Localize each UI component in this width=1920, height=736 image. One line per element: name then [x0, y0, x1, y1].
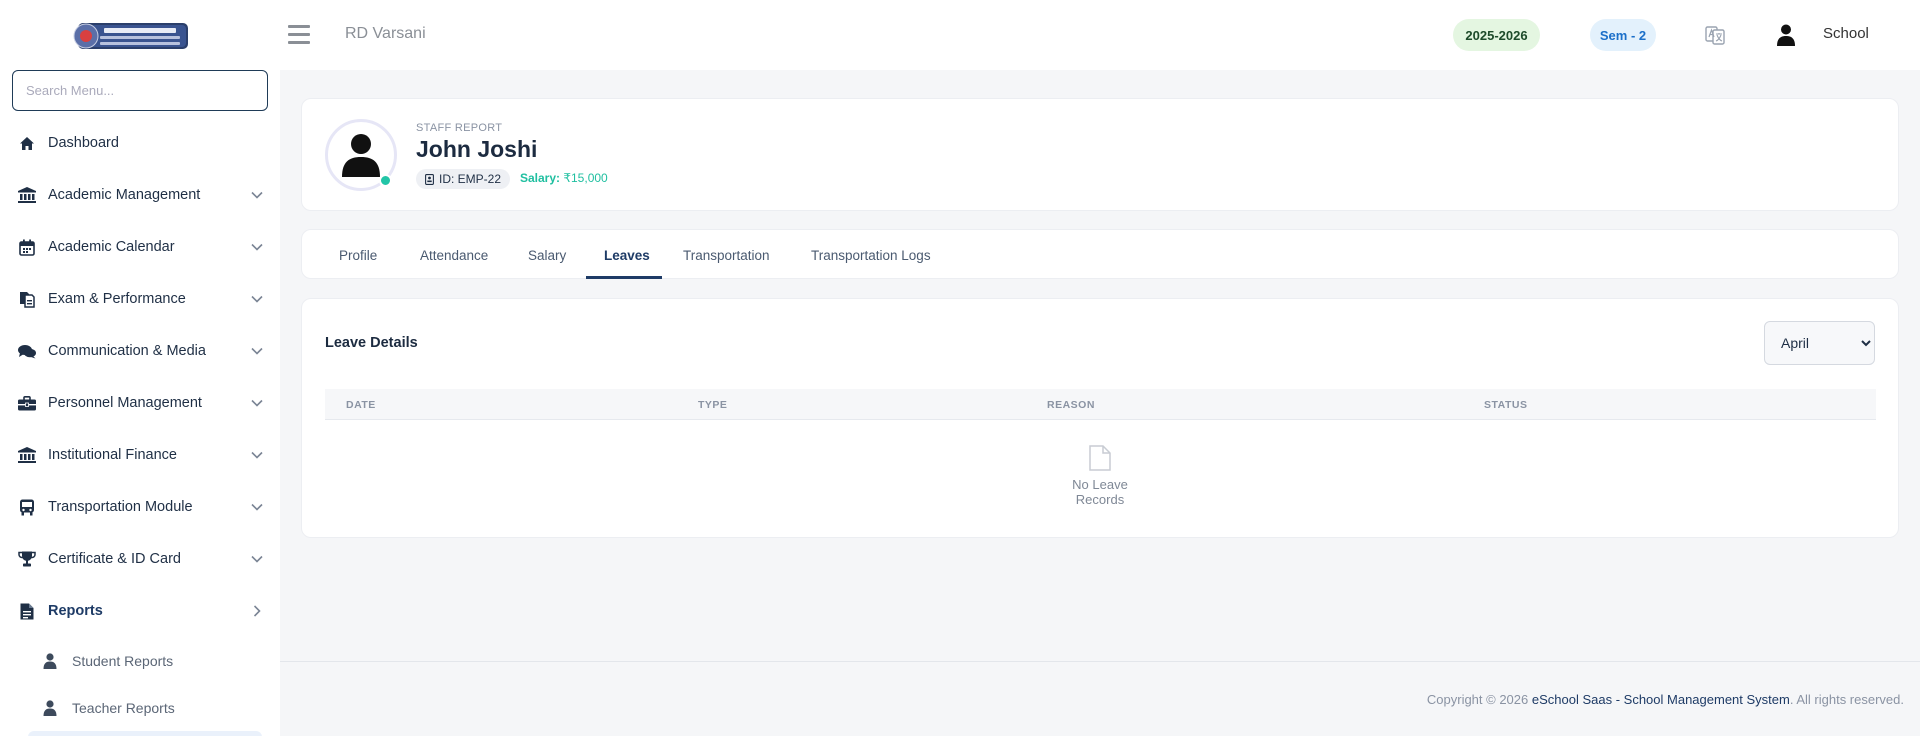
- sidebar-item-academic-calendar[interactable]: Academic Calendar: [0, 221, 280, 273]
- bus-icon: [18, 498, 36, 516]
- trophy-icon: [18, 550, 36, 568]
- semester-badge[interactable]: Sem - 2: [1590, 19, 1656, 51]
- footer-brand-link[interactable]: eSchool Saas - School Management System: [1532, 692, 1790, 707]
- staff-id: ID: EMP-22: [439, 172, 502, 186]
- staff-profile-card: STAFF REPORT John Joshi ID: EMP-22 Salar…: [301, 98, 1899, 211]
- sidebar-item-label: Communication & Media: [48, 343, 206, 359]
- sidebar-subitem-student-reports[interactable]: Student Reports: [0, 637, 280, 684]
- user-avatar-icon[interactable]: [1776, 24, 1796, 46]
- sidebar-item-label: Personnel Management: [48, 395, 202, 411]
- briefcase-icon: [18, 394, 36, 412]
- institution-icon: [18, 186, 36, 204]
- translate-icon[interactable]: [1705, 25, 1725, 45]
- chevron-down-icon: [251, 555, 263, 563]
- user-icon: [42, 699, 58, 716]
- person-icon: [342, 134, 380, 177]
- session-badge[interactable]: 2025-2026: [1453, 19, 1540, 51]
- sidebar-item-dashboard[interactable]: Dashboard: [0, 117, 280, 169]
- topbar: RD Varsani 2025-2026 Sem - 2 School: [280, 0, 1920, 70]
- column-header-type: TYPE: [698, 399, 728, 411]
- sidebar-item-personnel-management[interactable]: Personnel Management: [0, 377, 280, 429]
- calendar-icon: [18, 238, 36, 256]
- chevron-down-icon: [251, 295, 263, 303]
- copy-icon: [18, 290, 36, 308]
- sidebar-nav: Dashboard Academic Management Academic C…: [0, 117, 280, 736]
- tab-attendance[interactable]: Attendance: [420, 230, 488, 280]
- sidebar-item-label: Academic Management: [48, 187, 201, 203]
- sidebar-item-label: Transportation Module: [48, 499, 193, 515]
- user-name[interactable]: School: [1823, 25, 1869, 42]
- sidebar-subitem-label: Teacher Reports: [72, 699, 175, 716]
- sidebar-item-reports[interactable]: Reports: [0, 585, 280, 637]
- chevron-down-icon: [251, 347, 263, 355]
- sidebar-subitem-teacher-reports[interactable]: Teacher Reports: [0, 684, 280, 731]
- sidebar-item-communication-media[interactable]: Communication & Media: [0, 325, 280, 377]
- month-select[interactable]: April: [1764, 321, 1875, 365]
- footer-prefix: Copyright © 2026: [1426, 692, 1532, 707]
- column-header-reason: REASON: [1047, 399, 1095, 411]
- chevron-down-icon: [251, 399, 263, 407]
- section-label: STAFF REPORT: [416, 122, 503, 134]
- leave-details-card: Leave Details April DATE TYPE REASON STA…: [301, 298, 1899, 538]
- staff-id-badge: ID: EMP-22: [416, 169, 511, 189]
- sidebar: Dashboard Academic Management Academic C…: [0, 0, 280, 736]
- sidebar-item-label: Certificate & ID Card: [48, 551, 181, 567]
- sidebar-item-label: Institutional Finance: [48, 447, 177, 463]
- sidebar-item-certificate-id-card[interactable]: Certificate & ID Card: [0, 533, 280, 585]
- tab-leaves[interactable]: Leaves: [604, 230, 650, 280]
- user-icon: [42, 652, 58, 669]
- column-header-status: STATUS: [1484, 399, 1528, 411]
- empty-file-icon: [1089, 445, 1111, 471]
- column-header-date: DATE: [346, 399, 376, 411]
- sidebar-item-label: Reports: [48, 603, 103, 619]
- chevron-down-icon: [251, 243, 263, 251]
- sidebar-item-label: Exam & Performance: [48, 291, 186, 307]
- staff-report-tabs: Profile Attendance Salary Leaves Transpo…: [301, 229, 1899, 279]
- sidebar-item-transportation-module[interactable]: Transportation Module: [0, 481, 280, 533]
- salary-value: ₹15,000: [563, 171, 608, 185]
- footer-suffix: . All rights reserved.: [1789, 692, 1904, 707]
- sidebar-subitem-active-highlight[interactable]: [28, 731, 262, 736]
- sidebar-subitem-label: Student Reports: [72, 652, 174, 669]
- file-icon: [18, 602, 36, 620]
- staff-name: John Joshi: [416, 136, 538, 162]
- sidebar-item-label: Academic Calendar: [48, 239, 175, 255]
- tab-transportation[interactable]: Transportation: [683, 230, 770, 280]
- chevron-down-icon: [251, 503, 263, 511]
- footer-divider: [280, 661, 1920, 662]
- staff-salary: Salary: ₹15,000: [520, 171, 608, 185]
- sidebar-item-institutional-finance[interactable]: Institutional Finance: [0, 429, 280, 481]
- salary-label: Salary:: [520, 171, 561, 185]
- leave-details-title: Leave Details: [325, 335, 418, 351]
- leave-table-header: DATE TYPE REASON STATUS: [325, 389, 1876, 420]
- empty-state-message: No Leave Records: [1072, 477, 1128, 507]
- school-name: RD Varsani: [345, 25, 426, 42]
- online-status-dot: [379, 174, 392, 187]
- footer: Copyright © 2026 eSchool Saas - School M…: [1427, 692, 1904, 707]
- chevron-down-icon: [251, 451, 263, 459]
- school-logo[interactable]: [70, 19, 192, 53]
- comments-icon: [18, 342, 36, 360]
- home-icon: [18, 134, 36, 152]
- id-card-icon: [425, 173, 434, 185]
- bank-icon: [18, 446, 36, 464]
- sidebar-item-exam-performance[interactable]: Exam & Performance: [0, 273, 280, 325]
- chevron-down-icon: [251, 191, 263, 199]
- tab-transportation-logs[interactable]: Transportation Logs: [811, 230, 931, 280]
- tab-salary[interactable]: Salary: [528, 230, 566, 280]
- sidebar-item-label: Dashboard: [48, 135, 119, 151]
- active-tab-indicator: [586, 276, 662, 279]
- tab-profile[interactable]: Profile: [339, 230, 377, 280]
- chevron-right-icon: [253, 605, 261, 617]
- menu-toggle-icon[interactable]: [288, 25, 310, 45]
- sidebar-item-academic-management[interactable]: Academic Management: [0, 169, 280, 221]
- search-menu-input[interactable]: [12, 70, 268, 111]
